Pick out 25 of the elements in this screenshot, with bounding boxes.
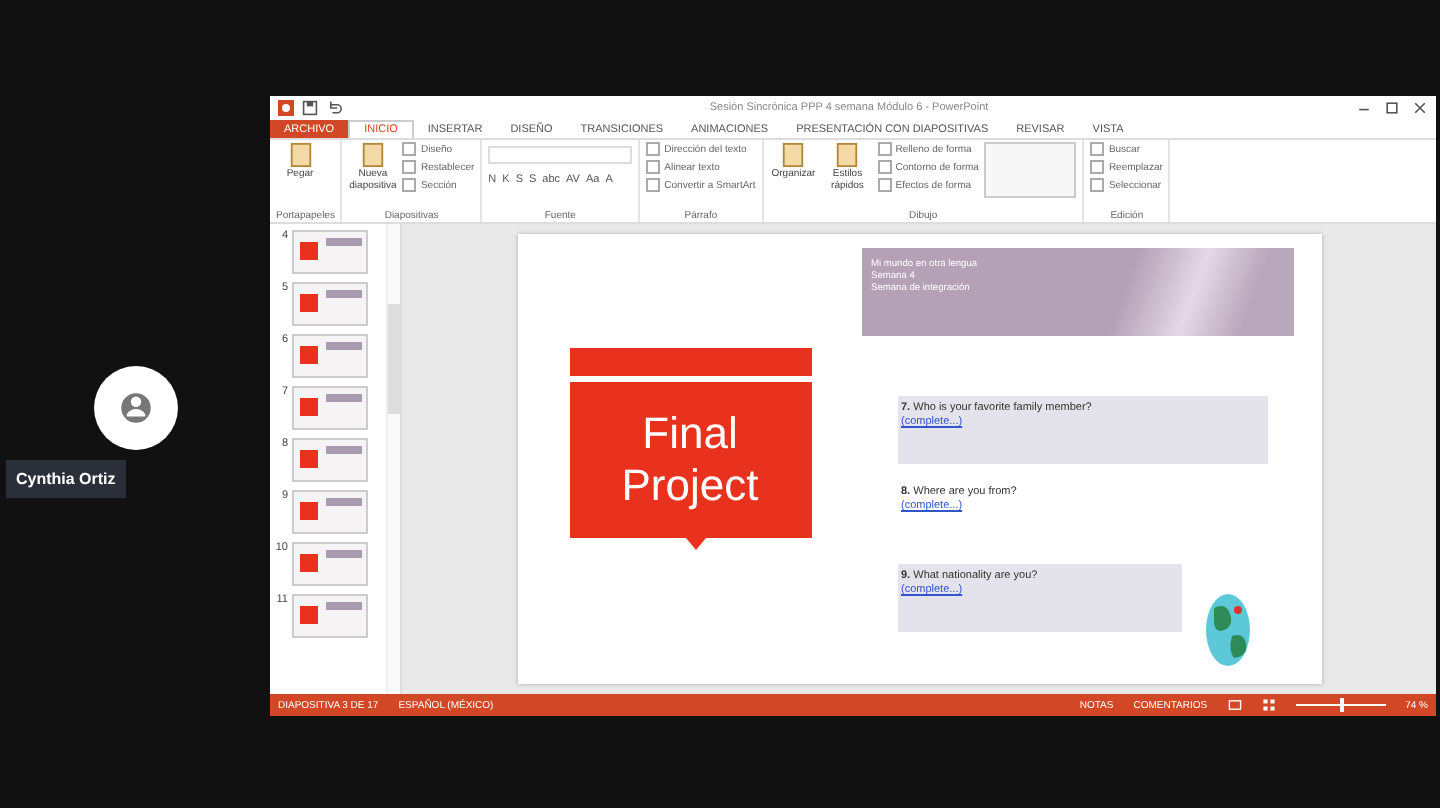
normal-view-icon[interactable] — [1227, 698, 1242, 712]
slide-thumbnail[interactable] — [292, 542, 368, 586]
slide-thumbnail[interactable] — [292, 490, 368, 534]
participant-name: Cynthia Ortiz — [6, 460, 126, 498]
slide-thumbnail[interactable] — [292, 386, 368, 430]
font-field[interactable] — [488, 146, 633, 164]
globe-icon — [1203, 592, 1251, 668]
slide-thumbnail[interactable] — [292, 230, 368, 274]
callout-pointer-icon — [685, 538, 705, 550]
avatar-icon — [94, 366, 178, 450]
slide-thumbnail[interactable] — [292, 282, 368, 326]
document-icon — [834, 142, 861, 168]
save-icon[interactable] — [302, 100, 318, 116]
maximize-icon[interactable] — [1384, 100, 1400, 116]
document-icon — [359, 142, 386, 168]
slide-thumbnail[interactable] — [292, 438, 368, 482]
document-icon — [780, 142, 807, 168]
slide-thumbnail[interactable] — [292, 334, 368, 378]
document-icon — [287, 142, 313, 168]
slide-thumbnail[interactable] — [292, 594, 368, 638]
slide-title: Final Project — [569, 382, 811, 538]
scrollbar[interactable] — [386, 224, 400, 694]
undo-icon[interactable] — [326, 100, 342, 116]
close-icon[interactable] — [1412, 100, 1428, 116]
grid-view-icon[interactable] — [1261, 698, 1276, 712]
